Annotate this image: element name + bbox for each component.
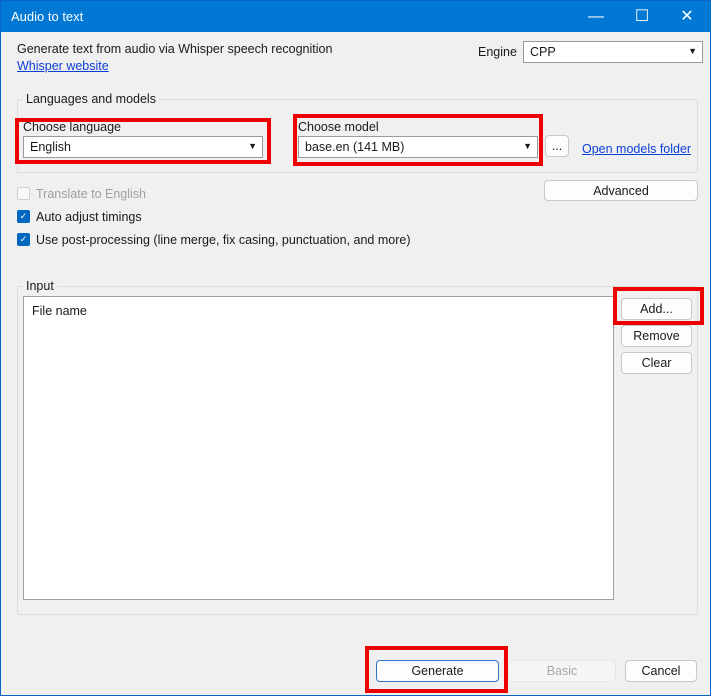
- minimize-icon[interactable]: —: [576, 5, 616, 29]
- choose-model-label: Choose model: [298, 120, 379, 134]
- file-name-column-header[interactable]: File name: [32, 304, 87, 318]
- description-text: Generate text from audio via Whisper spe…: [17, 42, 333, 56]
- advanced-button[interactable]: Advanced: [544, 180, 698, 201]
- basic-button: Basic: [508, 660, 616, 682]
- engine-select[interactable]: CPP ▼: [523, 41, 703, 63]
- open-models-folder-link[interactable]: Open models folder: [582, 142, 691, 156]
- audio-to-text-dialog: Audio to text — ☐ ✕ Generate text from a…: [0, 0, 711, 696]
- languages-group-label: Languages and models: [23, 92, 159, 106]
- post-processing-label: Use post-processing (line merge, fix cas…: [36, 233, 411, 247]
- maximize-icon[interactable]: ☐: [622, 5, 662, 29]
- remove-button[interactable]: Remove: [621, 325, 692, 347]
- model-select[interactable]: base.en (141 MB) ▼: [298, 136, 538, 158]
- input-group-label: Input: [23, 279, 57, 293]
- generate-button[interactable]: Generate: [376, 660, 499, 682]
- title-bar: Audio to text — ☐ ✕: [1, 1, 711, 32]
- model-value: base.en (141 MB): [305, 140, 405, 154]
- cancel-button[interactable]: Cancel: [625, 660, 697, 682]
- browse-models-button[interactable]: ...: [545, 135, 569, 157]
- auto-adjust-label: Auto adjust timings: [36, 210, 142, 224]
- choose-language-label: Choose language: [23, 120, 121, 134]
- translate-label: Translate to English: [36, 187, 147, 201]
- engine-label: Engine: [478, 45, 517, 59]
- language-select[interactable]: English ▼: [23, 136, 263, 158]
- chevron-down-icon: ▼: [523, 141, 532, 151]
- chevron-down-icon: ▼: [688, 46, 697, 56]
- auto-adjust-checkbox[interactable]: ✓: [17, 210, 30, 223]
- language-value: English: [30, 140, 71, 154]
- input-file-list[interactable]: File name: [23, 296, 614, 600]
- close-icon[interactable]: ✕: [667, 5, 707, 29]
- window-title: Audio to text: [11, 9, 84, 24]
- clear-button[interactable]: Clear: [621, 352, 692, 374]
- translate-checkbox[interactable]: [17, 187, 30, 200]
- engine-value: CPP: [530, 45, 556, 59]
- add-button[interactable]: Add...: [621, 298, 692, 320]
- post-processing-checkbox[interactable]: ✓: [17, 233, 30, 246]
- chevron-down-icon: ▼: [248, 141, 257, 151]
- whisper-website-link[interactable]: Whisper website: [17, 59, 109, 73]
